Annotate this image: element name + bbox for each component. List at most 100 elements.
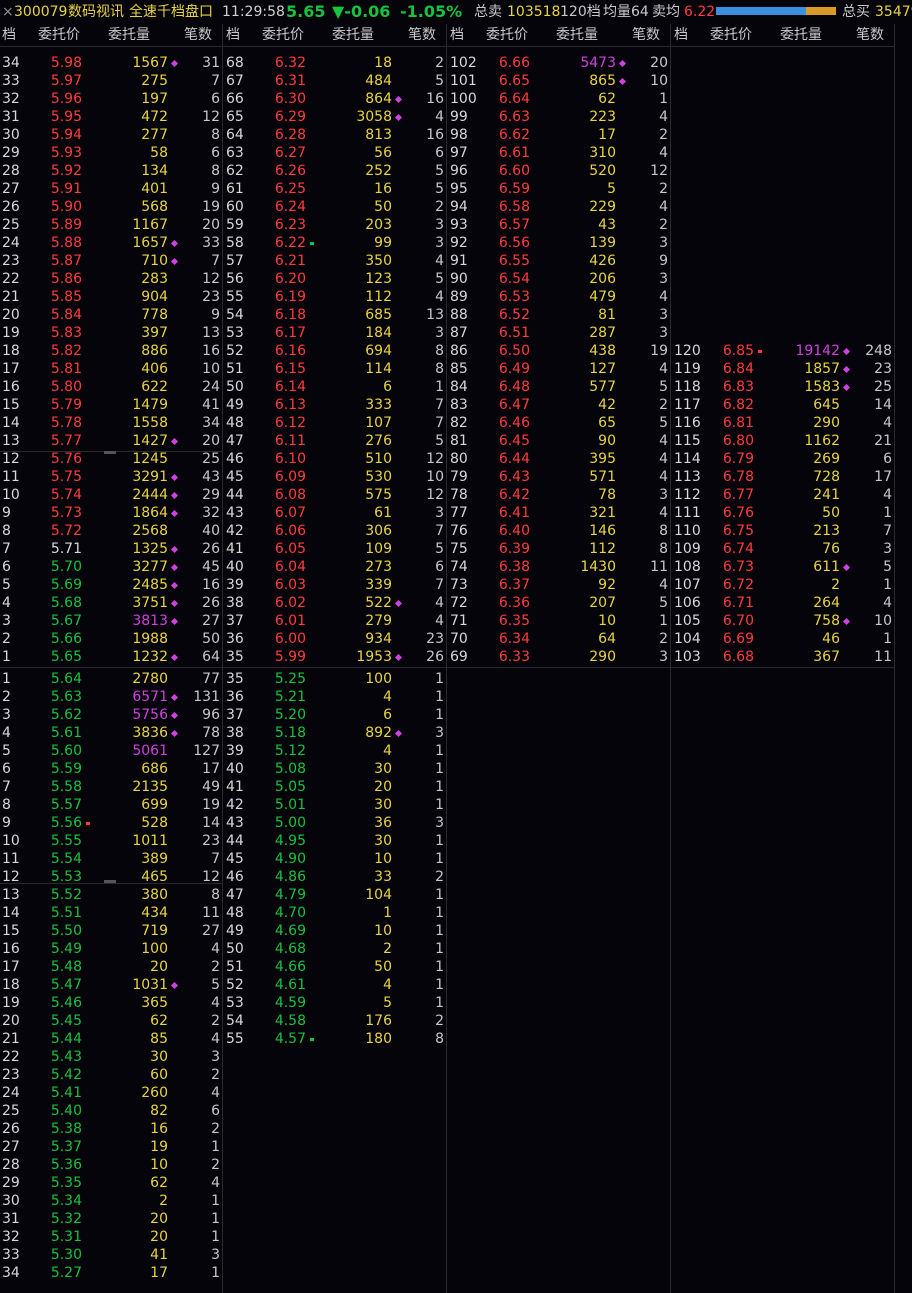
order-volume: 5 (607, 181, 616, 197)
order-price: 6.71 (722, 595, 754, 611)
order-volume: 892 (365, 725, 392, 741)
order-price: 6.44 (498, 451, 530, 467)
order-count: 26 (202, 541, 220, 557)
order-count: 4 (211, 941, 220, 957)
order-count: 2 (435, 55, 444, 71)
order-price: 5.89 (50, 217, 82, 233)
order-count: 12 (650, 163, 668, 179)
order-price: 6.59 (498, 181, 530, 197)
order-price: 6.76 (722, 505, 754, 521)
order-price: 5.32 (50, 1211, 82, 1227)
order-price: 5.94 (50, 127, 82, 143)
level-number: 19 (2, 995, 20, 1011)
order-count: 5 (659, 415, 668, 431)
level-number: 78 (450, 487, 468, 503)
level-number: 29 (2, 145, 20, 161)
order-count: 41 (202, 397, 220, 413)
order-volume: 321 (589, 505, 616, 521)
order-volume: 694 (365, 343, 392, 359)
order-count: 4 (659, 361, 668, 377)
level-number: 31 (2, 1211, 20, 1227)
total-buy-value: 35479 (875, 4, 912, 20)
order-price: 6.62 (498, 127, 530, 143)
order-count: 6 (211, 91, 220, 107)
order-volume: 4 (383, 977, 392, 993)
order-volume: 16 (374, 181, 392, 197)
level-number: 39 (226, 577, 244, 593)
level-number: 47 (226, 887, 244, 903)
order-count: 19 (202, 797, 220, 813)
order-price: 6.20 (274, 271, 306, 287)
level-number: 12 (2, 451, 20, 467)
time: 11:29:58 (222, 4, 285, 20)
order-volume: 10 (150, 1157, 168, 1173)
level-number: 25 (2, 217, 20, 233)
order-volume: 333 (365, 397, 392, 413)
close-icon[interactable]: × (2, 3, 14, 21)
order-price: 5.55 (50, 833, 82, 849)
order-count: 3 (659, 325, 668, 341)
level-number: 73 (450, 577, 468, 593)
scrollbar[interactable] (895, 24, 912, 1293)
level-number: 98 (450, 127, 468, 143)
level-number: 95 (450, 181, 468, 197)
stock-code: 300079 (14, 4, 68, 20)
level-number: 104 (674, 631, 701, 647)
order-count: 4 (659, 451, 668, 467)
order-price: 4.90 (274, 851, 306, 867)
order-volume: 528 (141, 815, 168, 831)
order-count: 14 (202, 815, 220, 831)
level-number: 8 (2, 797, 11, 813)
order-price: 6.43 (498, 469, 530, 485)
order-price: 5.25 (274, 671, 306, 687)
level-number: 48 (226, 415, 244, 431)
order-price: 5.40 (50, 1103, 82, 1119)
order-count: 1 (435, 833, 444, 849)
order-volume: 10 (374, 923, 392, 939)
order-count: 2 (211, 1121, 220, 1137)
order-volume: 43 (598, 217, 616, 233)
order-price: 6.64 (498, 91, 530, 107)
level-number: 14 (2, 415, 20, 431)
order-price: 6.54 (498, 271, 530, 287)
level-number: 91 (450, 253, 468, 269)
order-volume: 310 (589, 145, 616, 161)
level-number: 112 (674, 487, 701, 503)
level-number: 83 (450, 397, 468, 413)
order-price: 5.86 (50, 271, 82, 287)
order-count: 2 (659, 181, 668, 197)
order-count: 20 (202, 217, 220, 233)
order-volume: 279 (365, 613, 392, 629)
order-volume: 426 (589, 253, 616, 269)
order-volume: 30 (374, 797, 392, 813)
change-marker-icon (310, 1038, 314, 1041)
order-count: 16 (202, 343, 220, 359)
level-number: 87 (450, 325, 468, 341)
order-count: 3 (659, 271, 668, 287)
large-order-icon (170, 437, 179, 446)
order-volume: 465 (141, 869, 168, 885)
order-volume: 50 (374, 199, 392, 215)
order-count: 11 (650, 559, 668, 575)
order-count: 3 (659, 235, 668, 251)
level-number: 41 (226, 779, 244, 795)
order-volume: 1427 (132, 433, 168, 449)
order-volume: 4 (383, 689, 392, 705)
level-number: 89 (450, 289, 468, 305)
order-price: 5.91 (50, 181, 82, 197)
level-number: 19 (2, 325, 20, 341)
order-volume: 406 (141, 361, 168, 377)
stock-name: 数码视讯 (68, 4, 124, 20)
level-number: 27 (2, 1139, 20, 1155)
order-count: 3 (659, 487, 668, 503)
large-order-icon (394, 95, 403, 104)
order-volume: 1857 (804, 361, 840, 377)
order-volume: 229 (589, 199, 616, 215)
level-number: 115 (674, 433, 701, 449)
order-count: 7 (435, 397, 444, 413)
order-price: 5.66 (50, 631, 82, 647)
level-number: 42 (226, 797, 244, 813)
order-count: 23 (202, 833, 220, 849)
order-price: 6.51 (498, 325, 530, 341)
order-volume: 2 (383, 941, 392, 957)
